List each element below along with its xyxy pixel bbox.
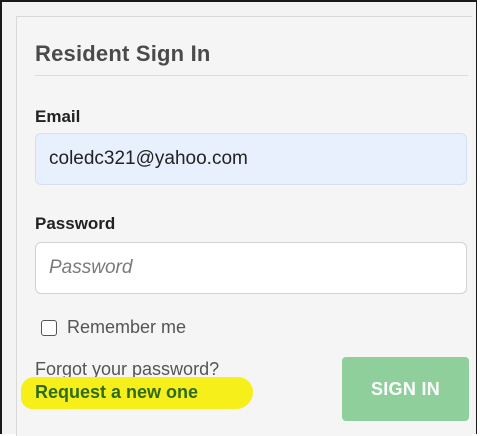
page-title: Resident Sign In xyxy=(35,41,211,66)
email-label: Email xyxy=(35,107,81,126)
remember-me[interactable]: Remember me xyxy=(41,317,186,338)
sign-in-button[interactable]: SIGN IN xyxy=(342,357,469,421)
title-divider xyxy=(35,75,468,76)
signin-card: Resident Sign In Email Password Remember… xyxy=(16,16,472,436)
password-field[interactable] xyxy=(35,242,467,294)
password-label: Password xyxy=(35,214,116,233)
request-new-password-link[interactable]: Request a new one xyxy=(35,382,198,403)
screenshot-frame: Resident Sign In Email Password Remember… xyxy=(0,0,477,436)
email-field[interactable] xyxy=(35,133,467,185)
remember-me-checkbox[interactable] xyxy=(41,319,57,336)
remember-me-label: Remember me xyxy=(67,317,187,337)
